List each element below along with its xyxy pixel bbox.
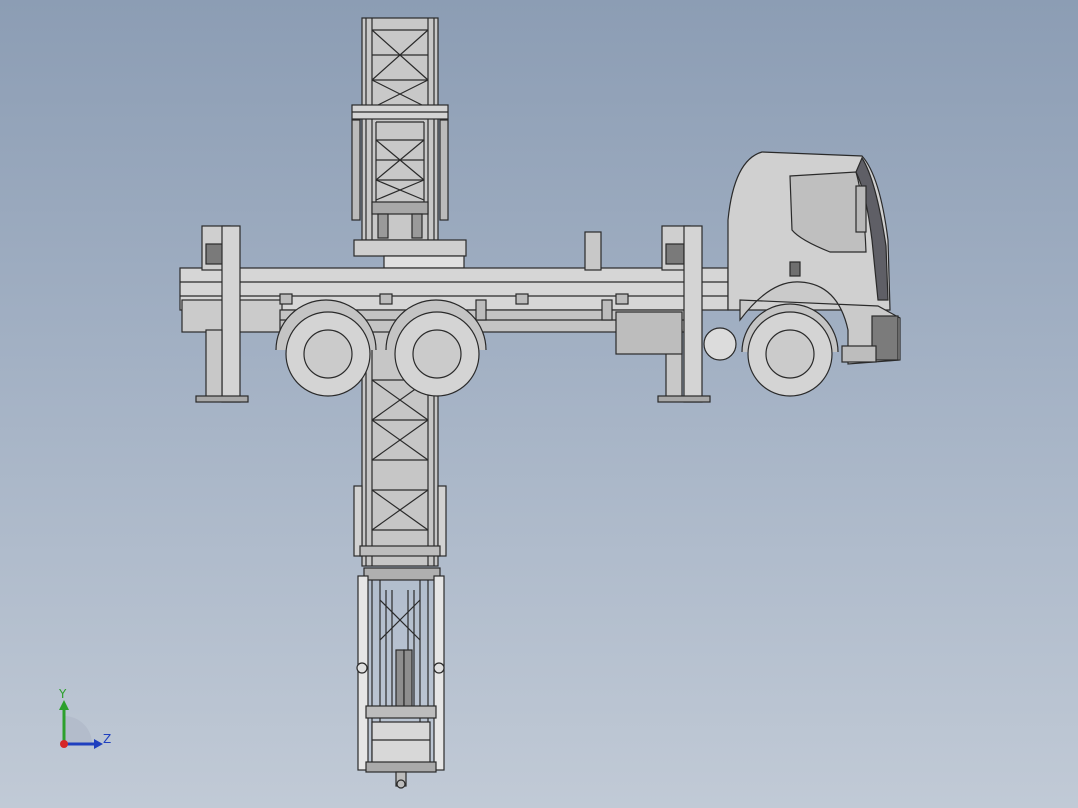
upper-mast bbox=[351, 17, 467, 269]
z-axis-arrowhead bbox=[94, 739, 103, 749]
z-axis-label: Z bbox=[103, 732, 112, 746]
front-wheel bbox=[741, 303, 839, 397]
graphics-viewport[interactable]: Y Z bbox=[0, 0, 1078, 808]
y-axis-label: Y bbox=[59, 687, 67, 701]
spare-wheel bbox=[703, 327, 737, 361]
y-axis-arrowhead bbox=[59, 700, 69, 710]
fuel-tank bbox=[615, 311, 683, 355]
x-axis-dot bbox=[60, 740, 68, 748]
truck-model[interactable] bbox=[0, 0, 1078, 808]
work-platform bbox=[356, 567, 445, 789]
triad-sector bbox=[64, 716, 92, 744]
rear-wheel-1 bbox=[275, 299, 377, 397]
orientation-triad[interactable]: Y Z bbox=[52, 688, 122, 752]
